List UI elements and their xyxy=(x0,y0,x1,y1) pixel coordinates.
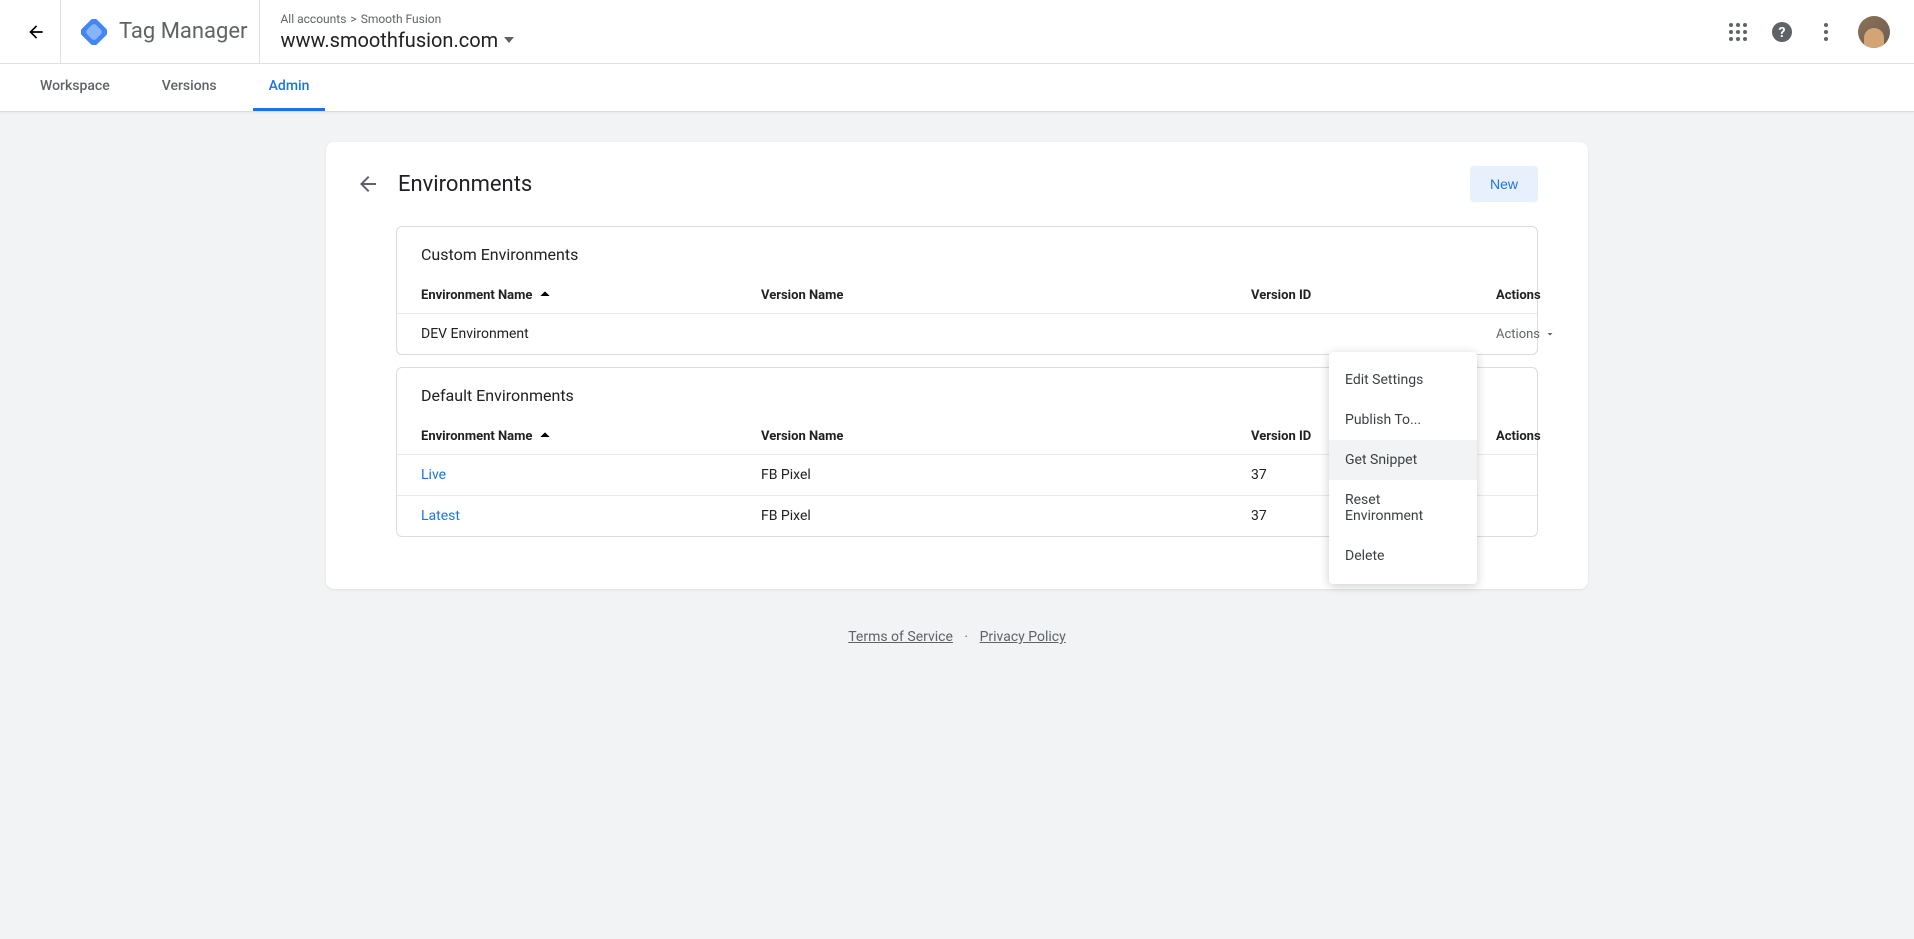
page-title: Environments xyxy=(398,172,1470,197)
col-header-version-name[interactable]: Version Name xyxy=(761,429,1251,444)
tag-manager-logo-icon xyxy=(81,19,107,45)
card-header: Environments New xyxy=(326,166,1588,226)
chevron-down-icon xyxy=(1544,328,1556,340)
col-header-env-name[interactable]: Environment Name xyxy=(421,429,761,444)
sort-asc-icon xyxy=(538,430,552,444)
tab-versions[interactable]: Versions xyxy=(146,64,233,111)
global-back-button[interactable] xyxy=(12,22,60,42)
version-name-cell: FB Pixel xyxy=(761,508,1251,524)
header-right: ? xyxy=(1726,16,1902,48)
custom-table-header: Environment Name Version Name Version ID… xyxy=(397,278,1537,313)
col-header-env-name[interactable]: Environment Name xyxy=(421,288,761,303)
footer: Terms of Service · Privacy Policy xyxy=(0,589,1914,685)
help-icon: ? xyxy=(1770,20,1794,44)
tab-workspace[interactable]: Workspace xyxy=(24,64,126,111)
custom-environments-section: Custom Environments Environment Name Ver… xyxy=(396,226,1538,355)
product-name: Tag Manager xyxy=(119,19,247,44)
breadcrumb: All accounts > Smooth Fusion xyxy=(280,12,1726,26)
menu-get-snippet[interactable]: Get Snippet xyxy=(1329,440,1477,480)
apps-grid-icon xyxy=(1726,20,1750,44)
page-back-button[interactable] xyxy=(356,172,380,196)
env-name-cell[interactable]: Live xyxy=(421,467,761,483)
environments-card: Environments New Custom Environments Env… xyxy=(326,142,1588,589)
col-header-actions: Actions xyxy=(1496,429,1541,444)
sort-asc-icon xyxy=(538,289,552,303)
help-button[interactable]: ? xyxy=(1770,20,1794,44)
version-name-cell: FB Pixel xyxy=(761,467,1251,483)
breadcrumb-separator: > xyxy=(350,12,356,26)
top-header: Tag Manager All accounts > Smooth Fusion… xyxy=(0,0,1914,64)
col-header-version-name[interactable]: Version Name xyxy=(761,288,1251,303)
arrow-left-icon xyxy=(26,22,46,42)
custom-section-title: Custom Environments xyxy=(397,227,1537,278)
breadcrumb-all-accounts[interactable]: All accounts xyxy=(280,12,346,26)
user-avatar[interactable] xyxy=(1858,16,1890,48)
menu-edit-settings[interactable]: Edit Settings xyxy=(1329,360,1477,400)
container-name-text: www.smoothfusion.com xyxy=(280,28,498,52)
col-header-version-id[interactable]: Version ID xyxy=(1251,288,1496,303)
row-actions-trigger[interactable]: Actions xyxy=(1496,327,1556,342)
col-header-actions: Actions xyxy=(1496,288,1541,303)
more-vert-icon xyxy=(1814,20,1838,44)
menu-reset-environment[interactable]: Reset Environment xyxy=(1329,480,1477,536)
actions-dropdown: Edit Settings Publish To... Get Snippet … xyxy=(1329,352,1477,584)
footer-privacy-link[interactable]: Privacy Policy xyxy=(980,629,1066,645)
apps-button[interactable] xyxy=(1726,20,1750,44)
footer-separator: · xyxy=(964,629,968,645)
footer-tos-link[interactable]: Terms of Service xyxy=(848,629,953,645)
env-name-cell: DEV Environment xyxy=(421,326,761,342)
tabs-bar: Workspace Versions Admin xyxy=(0,64,1914,112)
more-button[interactable] xyxy=(1814,20,1838,44)
svg-text:?: ? xyxy=(1779,25,1786,41)
tab-admin[interactable]: Admin xyxy=(253,64,326,111)
content: Environments New Custom Environments Env… xyxy=(302,142,1612,589)
breadcrumb-section: All accounts > Smooth Fusion www.smoothf… xyxy=(259,0,1726,64)
menu-delete[interactable]: Delete xyxy=(1329,536,1477,576)
env-name-cell[interactable]: Latest xyxy=(421,508,761,524)
menu-publish-to[interactable]: Publish To... xyxy=(1329,400,1477,440)
breadcrumb-account: Smooth Fusion xyxy=(361,12,442,26)
container-picker[interactable]: www.smoothfusion.com xyxy=(280,28,1726,52)
table-row[interactable]: DEV Environment Actions Edit Settings Pu… xyxy=(397,313,1537,354)
caret-down-icon xyxy=(504,37,514,43)
logo-section[interactable]: Tag Manager xyxy=(61,19,259,45)
new-environment-button[interactable]: New xyxy=(1470,166,1538,202)
